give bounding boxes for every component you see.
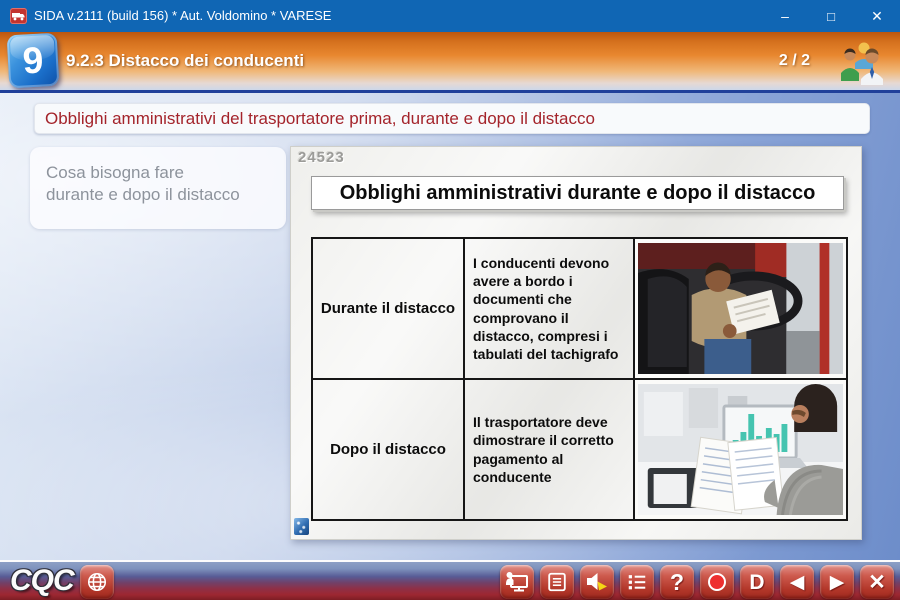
slide-title: Obblighi amministrativi durante e dopo i… — [311, 176, 844, 210]
globe-button[interactable] — [80, 565, 114, 599]
row-label: Durante il distacco — [312, 238, 464, 379]
classroom-people-icon — [838, 39, 888, 85]
exit-icon: ✕ — [868, 572, 886, 593]
speaker-audio-icon — [585, 571, 609, 593]
slide-panel: 24523 Obblighi amministrativi durante e … — [290, 146, 862, 540]
help-button[interactable]: ? — [660, 565, 694, 599]
presentation-button[interactable] — [500, 565, 534, 599]
sida-app-window: SIDA v.2111 (build 156) * Aut. Voldomino… — [0, 0, 900, 600]
close-icon[interactable]: ✕ — [854, 0, 900, 32]
truck-app-icon — [10, 8, 27, 24]
globe-icon — [86, 571, 108, 593]
document-button[interactable] — [540, 565, 574, 599]
cqc-logo: CQC — [10, 564, 74, 598]
dictionary-button[interactable]: D — [740, 565, 774, 599]
maximize-icon[interactable]: □ — [808, 0, 854, 32]
minimize-icon[interactable]: – — [762, 0, 808, 32]
obligations-table: Durante il distacco I conducenti devono … — [311, 237, 848, 521]
lesson-header: 9 9.2.3 Distacco dei conducenti 2 / 2 — [0, 32, 900, 90]
question-box: Cosa bisogna fare durante e dopo il dist… — [30, 147, 286, 229]
main-area: Obblighi amministrativi del trasportator… — [0, 93, 900, 560]
page-indicator: 2 / 2 — [779, 32, 810, 90]
previous-button[interactable]: ◀ — [780, 565, 814, 599]
previous-icon: ◀ — [790, 573, 805, 592]
bottom-toolbar: CQC — [0, 560, 900, 600]
row-text: Il trasportatore deve dimostrare il corr… — [464, 379, 634, 520]
dictionary-icon: D — [749, 572, 764, 593]
toolbar-buttons: ? D ◀ ▶ ✕ — [500, 565, 894, 599]
truck-driver-reading-documents-photo — [634, 238, 847, 379]
next-icon: ▶ — [830, 573, 845, 592]
woman-checking-payment-documents-photo — [634, 379, 847, 520]
document-icon — [546, 571, 568, 593]
lesson-title: 9.2.3 Distacco dei conducenti — [66, 32, 304, 90]
help-icon: ? — [670, 571, 684, 594]
row-label: Dopo il distacco — [312, 379, 464, 520]
next-button[interactable]: ▶ — [820, 565, 854, 599]
window-controls: – □ ✕ — [762, 0, 900, 32]
sida-mini-logo — [294, 518, 309, 535]
audio-button[interactable] — [580, 565, 614, 599]
question-line-2: durante e dopo il distacco — [46, 184, 286, 206]
topic-banner: Obblighi amministrativi del trasportator… — [34, 103, 870, 134]
window-title: SIDA v.2111 (build 156) * Aut. Voldomino… — [34, 0, 331, 32]
table-row: Dopo il distacco Il trasportatore deve d… — [312, 379, 847, 520]
index-list-button[interactable] — [620, 565, 654, 599]
exit-button[interactable]: ✕ — [860, 565, 894, 599]
presentation-screen-icon — [505, 571, 529, 593]
question-line-1: Cosa bisogna fare — [46, 162, 286, 184]
titlebar: SIDA v.2111 (build 156) * Aut. Voldomino… — [0, 0, 900, 32]
slide-number: 24523 — [298, 149, 345, 166]
table-row: Durante il distacco I conducenti devono … — [312, 238, 847, 379]
row-text: I conducenti devono avere a bordo i docu… — [464, 238, 634, 379]
chapter-9-tile-icon: 9 — [7, 33, 60, 89]
list-index-icon — [626, 571, 648, 593]
record-button[interactable] — [700, 565, 734, 599]
record-icon — [708, 573, 726, 591]
